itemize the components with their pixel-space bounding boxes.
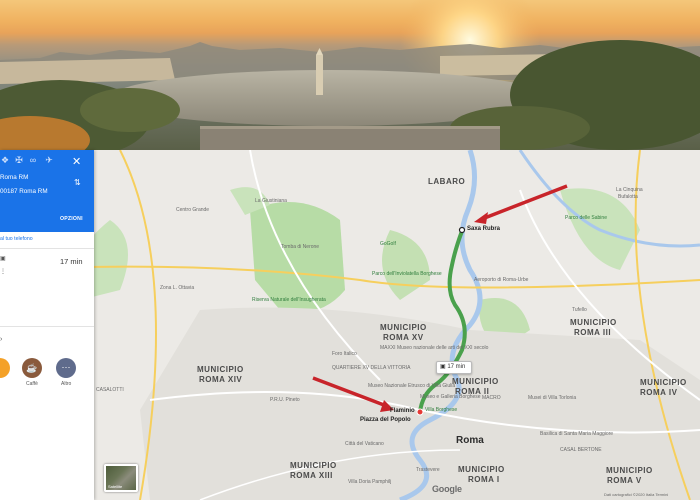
swap-icon[interactable]: ⇅ (74, 178, 81, 187)
label-casalotti: CASALOTTI (96, 387, 124, 393)
start-marker-dot[interactable] (458, 226, 466, 234)
label-centro-grande: Centro Grande (176, 207, 210, 213)
label-riserva-insugherata: Riserva Naturale dell'Insugherata (252, 297, 326, 303)
piazza-photo-drawing (0, 0, 700, 150)
label-aeroporto-urbe: Aeroporto di Roma-Urbe (474, 277, 529, 283)
label-golf: GoGolf (380, 241, 396, 247)
coffee-category-icon[interactable]: ☕ (22, 358, 42, 378)
map-view[interactable]: LABARO La Giustiniana Centro Grande La C… (0, 150, 700, 500)
label-municipio-ii-a: MUNICIPIO (452, 377, 499, 386)
label-basilica-sm: Basilica di Santa Maria Maggiore (540, 431, 614, 437)
label-municipio-xiv-b: ROMA XIV (199, 375, 243, 384)
label-zona-ottavia: Zona L. Ottavia (160, 285, 195, 291)
label-museo-etrusco: Museo Nazionale Etrusco di Villa Giulia (368, 383, 456, 389)
label-municipio-xv-a: MUNICIPIO (380, 323, 427, 332)
label-casal-bertone: CASAL BERTONE (560, 447, 602, 453)
label-la-cinquina: La Cinquina (616, 187, 643, 193)
satellite-toggle[interactable]: Satellite (104, 464, 138, 492)
label-municipio-i-b: ROMA I (468, 475, 500, 484)
label-foro-italico: Foro Italico (332, 351, 357, 357)
directions-panel: ❖ ✠ ∞ ✈ ✕ Roma RM 00187 Roma RM ⇅ OPZION… (0, 150, 94, 500)
label-municipio-xv-b: ROMA XV (383, 333, 424, 342)
label-tomba-nerone: Tomba di Nerone (281, 244, 320, 250)
label-villa-borghese: Villa Borghese (425, 407, 458, 413)
directions-header: ❖ ✠ ∞ ✈ ✕ Roma RM 00187 Roma RM ⇅ OPZION… (0, 150, 94, 232)
label-municipio-iv-b: ROMA IV (640, 388, 678, 397)
end-marker-label[interactable]: Piazza del Popolo (360, 417, 411, 423)
label-parco-inviolatella: Parco dell'Inviolatella Borghese (372, 271, 442, 277)
transit-mode-icon[interactable]: ❖ (0, 155, 10, 165)
more-category-label: Altro (61, 381, 72, 387)
destination-field[interactable]: 00187 Roma RM (0, 186, 62, 198)
google-logo: Google (432, 484, 462, 494)
label-trastevere: Trastevere (416, 467, 440, 473)
map-footer: Dati cartografici ©2020 Italia Termini (604, 492, 669, 497)
route-duration-bubble[interactable]: ▣ 17 min (436, 361, 472, 374)
label-villa-pamphili: Villa Doria Pamphilj (348, 479, 392, 485)
label-municipio-v-b: ROMA V (607, 476, 642, 485)
label-maxxi: MAXXI Museo nazionale delle arti del XXI… (380, 345, 489, 351)
label-citta-vaticano: Città del Vaticano (345, 441, 384, 447)
label-pru-pineto: P.R.U. Pineto (270, 397, 300, 403)
arrow-top-head (474, 212, 488, 224)
end-marker-sub-label: Flaminio (390, 408, 415, 414)
label-bufalotta: Bufalotta (618, 194, 638, 200)
screenshot-root: LABARO La Giustiniana Centro Grande La C… (0, 0, 700, 500)
send-to-phone-link[interactable]: al tuo telefono (0, 236, 33, 242)
arrow-top-shaft (481, 184, 568, 221)
label-macro: MACRO (482, 395, 501, 401)
label-municipio-iii-b: ROMA III (574, 328, 612, 337)
route-duration[interactable]: 17 min (60, 257, 83, 266)
park-insugherata (250, 202, 345, 313)
more-category-icon[interactable]: ⋯ (56, 358, 76, 378)
label-la-giustiniana: La Giustiniana (255, 198, 287, 204)
walk-mode-icon[interactable]: ✠ (14, 155, 24, 165)
label-roma: Roma (456, 435, 484, 446)
route-duration-bubble-text: 17 min (447, 364, 466, 370)
car-route-icon: ▣ (0, 256, 6, 262)
satellite-label: Satellite (108, 484, 123, 489)
label-galleria-borghese: Museo e Galleria Borghese (420, 394, 481, 400)
terrace-rail (200, 126, 500, 129)
coffee-category-label: Caffè (26, 381, 38, 387)
hotel-category-icon[interactable] (0, 358, 10, 378)
label-villa-torlonia: Musei di Villa Torlonia (528, 395, 577, 401)
obelisk (316, 55, 323, 95)
terrace (200, 128, 500, 150)
label-municipio-xiv-a: MUNICIPIO (197, 365, 244, 374)
label-municipio-xiii-b: ROMA XIII (290, 471, 333, 480)
piazza-photo (0, 0, 700, 150)
label-parco-sabine: Parco delle Sabine (565, 215, 607, 221)
obelisk-tip (316, 48, 323, 55)
label-municipio-iii-a: MUNICIPIO (570, 318, 617, 327)
label-labaro: LABARO (428, 177, 466, 186)
left-buildings (0, 58, 175, 84)
label-municipio-v-a: MUNICIPIO (606, 466, 653, 475)
label-municipio-i-a: MUNICIPIO (458, 465, 505, 474)
travel-mode-row: ❖ ✠ ∞ ✈ ✕ (0, 154, 94, 168)
start-marker-label[interactable]: Saxa Rubra (467, 226, 500, 232)
bike-mode-icon[interactable]: ∞ (28, 155, 38, 165)
flight-mode-icon[interactable]: ✈ (44, 155, 54, 165)
label-municipio-iv-a: MUNICIPIO (640, 378, 687, 387)
label-tufello: Tufello (572, 307, 587, 313)
trees-left-2 (80, 88, 180, 132)
options-button[interactable]: OPZIONI (60, 216, 83, 222)
divider (0, 248, 94, 249)
label-municipio-xiii-a: MUNICIPIO (290, 461, 337, 470)
divider (0, 326, 94, 327)
chevron-right-icon[interactable]: › (0, 336, 2, 343)
route-detail-icon: ⋮ (0, 269, 6, 275)
close-icon[interactable]: ✕ (72, 157, 81, 168)
label-quartiere-vittoria: QUARTIERE XV DELLA VITTORIA (332, 365, 411, 371)
end-marker-dot[interactable] (416, 408, 424, 416)
origin-field[interactable]: Roma RM (0, 172, 62, 184)
